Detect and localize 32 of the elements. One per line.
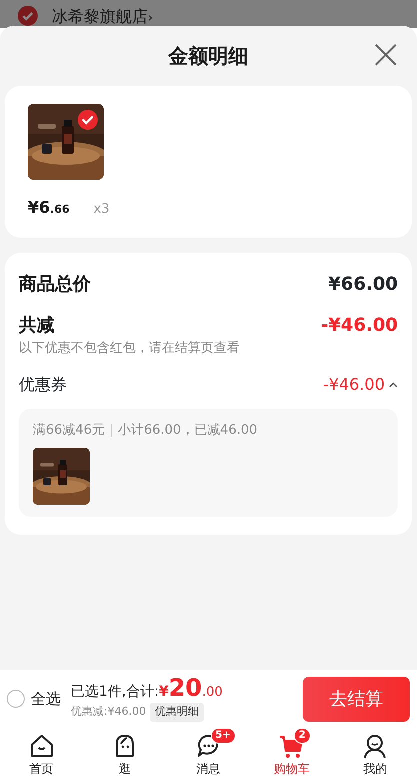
row-value: -¥46.00 xyxy=(321,314,398,338)
coupon-subtotal: 小计66.00，已减46.00 xyxy=(118,422,258,440)
row-label: 共减 xyxy=(19,314,55,338)
radio-button[interactable] xyxy=(7,690,25,708)
store-name[interactable]: 冰希黎旗舰店 xyxy=(52,6,148,28)
tab[interactable]: 逛 xyxy=(83,728,167,780)
total-amount: 20 xyxy=(168,676,202,700)
tab[interactable]: 5+ 消息 xyxy=(166,728,250,780)
selected-summary: 已选1件,合计: xyxy=(71,683,160,702)
quantity: x3 xyxy=(94,201,110,219)
price: ¥6.66 xyxy=(28,197,70,219)
caret-icon[interactable] xyxy=(389,382,398,388)
select-all-label[interactable]: 全选 xyxy=(31,688,61,710)
discount-note: 以下优惠不包含红包，请在结算页查看 xyxy=(19,340,241,358)
total-decimal: .00 xyxy=(202,684,223,702)
chevron-icon: › xyxy=(148,8,154,28)
tab[interactable]: 我的 xyxy=(334,728,417,780)
currency: ¥ xyxy=(159,683,169,702)
row-value: ¥66.00 xyxy=(328,273,398,297)
sheet-title: 金额明细 xyxy=(168,43,248,70)
checkbox[interactable] xyxy=(18,6,38,26)
count-badge: 2 xyxy=(294,728,311,744)
coupon-value: -¥46.00 xyxy=(323,374,385,396)
coupon-label: 优惠券 xyxy=(19,374,67,396)
count-badge: 5+ xyxy=(210,728,236,744)
row-label: 商品总价 xyxy=(19,273,91,297)
checkout-button[interactable]: 去结算 xyxy=(303,676,410,722)
tab[interactable]: 首页 xyxy=(0,728,84,780)
discount-amount: 优惠减:¥46.00 xyxy=(71,704,146,720)
tab[interactable]: 2 购物车 xyxy=(250,728,334,780)
coupon-rule: 满66减46元 xyxy=(33,422,106,440)
detail-button[interactable]: 优惠明细 xyxy=(150,703,204,722)
